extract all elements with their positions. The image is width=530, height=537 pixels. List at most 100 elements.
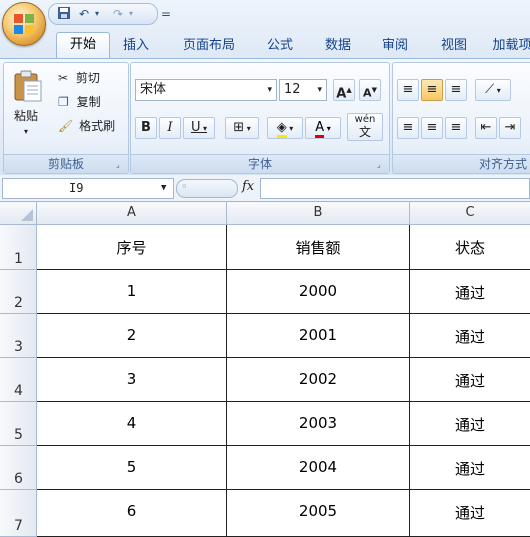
align-left-button[interactable]: ≡ <box>397 117 419 139</box>
cell-a2[interactable]: 1 <box>37 270 227 314</box>
office-button[interactable] <box>2 2 46 46</box>
chevron-down-icon[interactable]: ▼ <box>161 179 166 198</box>
tab-add-ins[interactable]: 加载项 <box>488 34 530 58</box>
bold-button[interactable]: B <box>135 117 157 139</box>
undo-icon[interactable]: ↶ <box>79 6 89 22</box>
underline-button[interactable]: U ▾ <box>183 117 215 139</box>
ribbon-tabs: 开始 插入 页面布局 公式 数据 审阅 视图 加载项 <box>48 30 530 60</box>
format-painter-button[interactable]: 🖌 格式刷 <box>58 117 115 135</box>
column-header-c[interactable]: C <box>410 202 530 225</box>
insert-function-icon[interactable]: fx <box>242 179 254 194</box>
tab-view[interactable]: 视图 <box>430 34 478 58</box>
grow-font-icon: A <box>336 86 347 102</box>
undo-dropdown-icon[interactable]: ▾ <box>95 6 99 22</box>
borders-button[interactable]: ⊞ ▾ <box>225 117 259 139</box>
save-icon[interactable] <box>57 6 71 22</box>
redo-dropdown-icon[interactable]: ▾ <box>129 6 133 22</box>
cell-b1[interactable]: 销售额 <box>227 225 410 270</box>
cell-b6[interactable]: 2004 <box>227 446 410 490</box>
font-color-button[interactable]: A ▾ <box>305 117 341 139</box>
scissors-icon: ✂ <box>58 71 69 85</box>
paste-icon <box>14 70 42 102</box>
align-top-icon: ≡ <box>402 82 414 97</box>
font-size-value: 12 <box>284 82 301 97</box>
tab-review[interactable]: 审阅 <box>372 34 418 58</box>
fill-color-button[interactable]: ◈ ▾ <box>267 117 303 139</box>
cell-c2[interactable]: 通过 <box>410 270 530 314</box>
cell-a1[interactable]: 序号 <box>37 225 227 270</box>
tab-formulas[interactable]: 公式 <box>258 34 302 58</box>
align-left-icon: ≡ <box>402 120 414 135</box>
font-color-icon: A <box>315 120 325 138</box>
alignment-group: ≡ ≡ ≡ ⟋ ▾ ≡ ≡ ≡ ⇤ ⇥ 对齐方式 <box>392 62 530 174</box>
row-header-5[interactable]: 5 <box>0 402 37 446</box>
cell-c6[interactable]: 通过 <box>410 446 530 490</box>
formula-input[interactable] <box>260 178 530 199</box>
phonetic-button[interactable]: wén 文 <box>347 113 383 141</box>
shrink-font-button[interactable]: A▼ <box>359 79 381 101</box>
font-name-value: 宋体 <box>140 82 167 97</box>
cell-c4[interactable]: 通过 <box>410 358 530 402</box>
resize-handle-icon: ◦ <box>181 180 188 193</box>
borders-icon: ⊞ <box>233 120 245 135</box>
cut-button[interactable]: ✂ 剪切 <box>58 69 100 87</box>
decrease-indent-icon: ⇤ <box>480 120 492 135</box>
cell-c5[interactable]: 通过 <box>410 402 530 446</box>
tab-home[interactable]: 开始 <box>56 32 110 60</box>
align-right-button[interactable]: ≡ <box>445 117 467 139</box>
align-center-button[interactable]: ≡ <box>421 117 443 139</box>
formula-bar-resizer[interactable]: ◦ <box>176 179 238 198</box>
orientation-button[interactable]: ⟋ ▾ <box>475 79 511 101</box>
tab-data[interactable]: 数据 <box>314 34 362 58</box>
row-header-2[interactable]: 2 <box>0 270 37 314</box>
cell-c1[interactable]: 状态 <box>410 225 530 270</box>
name-box[interactable]: I9 ▼ <box>2 178 174 199</box>
name-box-value: I9 <box>69 181 84 195</box>
grow-font-button[interactable]: A▲ <box>333 79 355 101</box>
font-size-select[interactable]: 12 ▾ <box>279 79 327 101</box>
formula-bar: I9 ▼ ◦ fx <box>0 175 530 202</box>
alignment-group-label: 对齐方式 <box>393 154 530 173</box>
row-header-7[interactable]: 7 <box>0 490 37 537</box>
paste-dropdown-icon[interactable]: ▾ <box>24 123 28 141</box>
cell-b5[interactable]: 2003 <box>227 402 410 446</box>
align-top-button[interactable]: ≡ <box>397 79 419 101</box>
font-group-label: 字体 <box>131 154 389 173</box>
ribbon: 粘贴 ▾ ✂ 剪切 ❐ 复制 🖌 格式刷 剪贴板 ⌟ 宋体 ▾ 12 ▾ A▲ … <box>0 58 530 176</box>
cell-a4[interactable]: 3 <box>37 358 227 402</box>
cell-a3[interactable]: 2 <box>37 314 227 358</box>
italic-button[interactable]: I <box>159 117 181 139</box>
row-header-4[interactable]: 4 <box>0 358 37 402</box>
clipboard-dialog-launcher-icon[interactable]: ⌟ <box>116 161 125 170</box>
cell-a5[interactable]: 4 <box>37 402 227 446</box>
font-name-select[interactable]: 宋体 ▾ <box>135 79 277 101</box>
align-middle-button[interactable]: ≡ <box>421 79 443 101</box>
customize-qat-icon[interactable]: = <box>161 6 171 22</box>
cell-b4[interactable]: 2002 <box>227 358 410 402</box>
row-header-3[interactable]: 3 <box>0 314 37 358</box>
redo-icon[interactable]: ↷ <box>113 6 123 22</box>
increase-indent-button[interactable]: ⇥ <box>499 117 521 139</box>
copy-button[interactable]: ❐ 复制 <box>58 93 101 111</box>
cell-a7[interactable]: 6 <box>37 490 227 537</box>
cell-a6[interactable]: 5 <box>37 446 227 490</box>
row-header-6[interactable]: 6 <box>0 446 37 490</box>
cell-b7[interactable]: 2005 <box>227 490 410 537</box>
cell-c7[interactable]: 通过 <box>410 490 530 537</box>
row-header-1[interactable]: 1 <box>0 225 37 270</box>
tab-page-layout[interactable]: 页面布局 <box>172 34 246 58</box>
decrease-indent-button[interactable]: ⇤ <box>475 117 497 139</box>
tab-insert[interactable]: 插入 <box>112 34 160 58</box>
column-header-a[interactable]: A <box>37 202 227 225</box>
paste-button[interactable]: 粘贴 ▾ <box>10 67 46 147</box>
cell-b3[interactable]: 2001 <box>227 314 410 358</box>
paintbrush-icon: 🖌 <box>58 119 74 133</box>
copy-icon: ❐ <box>58 95 69 109</box>
font-dialog-launcher-icon[interactable]: ⌟ <box>377 161 386 170</box>
quick-access-toolbar: ↶ ▾ ↷ ▾ = <box>48 3 171 25</box>
select-all-corner[interactable] <box>0 202 37 225</box>
cell-c3[interactable]: 通过 <box>410 314 530 358</box>
align-bottom-button[interactable]: ≡ <box>445 79 467 101</box>
cell-b2[interactable]: 2000 <box>227 270 410 314</box>
column-header-b[interactable]: B <box>227 202 410 225</box>
